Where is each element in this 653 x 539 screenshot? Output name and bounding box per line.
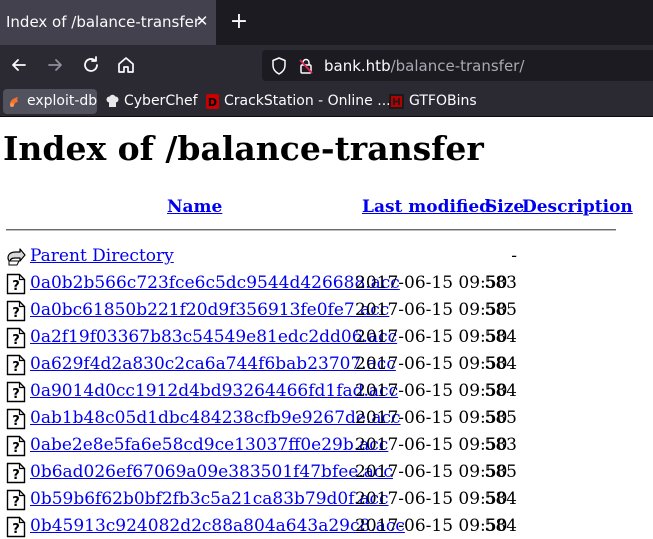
unknown-file-icon: ? [6,273,26,295]
file-link[interactable]: 0b59b6f62b0bf2fb3c5a21ca83b79d0f.acc [30,489,389,509]
file-row: ? 0a0bc61850b221f20d9f356913fe0fe7.acc 201… [0,297,653,324]
tab-active[interactable]: Index of /balance-transfer ✕ [0,0,216,45]
svg-text:?: ? [12,387,20,402]
shield-icon[interactable] [269,56,289,76]
file-link[interactable]: 0a0b2b566c723fce6c5dc9544d426688.acc [30,273,400,293]
parent-directory-row: Parent Directory - [0,243,653,270]
svg-text:?: ? [12,333,20,348]
svg-text:?: ? [12,306,20,321]
back-folder-icon [7,248,26,266]
unknown-file-icon: ? [6,300,26,322]
header-divider [6,229,616,231]
column-header-name[interactable]: Name [167,197,222,217]
exploit-db-icon [10,97,18,107]
file-link[interactable]: 0ab1b48c05d1dbc484238cfb9e9267de.acc [30,408,401,428]
url-text[interactable]: bank.htb/balance-transfer/ [324,57,524,75]
file-row: ? 0a0b2b566c723fce6c5dc9544d426688.acc 201… [0,270,653,297]
bookmarks-toolbar: exploit-db CyberChef D CrackStation - On… [0,86,653,117]
file-link[interactable]: 0a0bc61850b221f20d9f356913fe0fe7.acc [30,300,389,320]
home-icon[interactable] [113,52,139,78]
file-link[interactable]: 0b6ad026ef67069a09e383501f47bfee.acc [30,462,393,482]
file-row: ? 0a9014d0cc1912d4bd93264466fd1fad.acc 201… [0,378,653,405]
file-row: ? 0b45913c924082d2c88a804a643a29c8.acc 201… [0,513,653,539]
parent-directory-link[interactable]: Parent Directory [30,246,174,266]
new-tab-icon[interactable]: + [228,10,250,34]
file-link[interactable]: 0a629f4d2a830c2ca6a744f6bab23707.acc [30,354,396,374]
address-bar[interactable]: bank.htb/balance-transfer/ [262,50,653,81]
unknown-file-icon: ? [6,327,26,349]
forward-icon[interactable] [42,52,68,78]
row-size: 584 [484,381,517,401]
unknown-file-icon: ? [6,516,26,538]
file-link[interactable]: 0b45913c924082d2c88a804a643a29c8.acc [30,516,405,536]
svg-text:?: ? [12,279,20,294]
bookmark-label: CrackStation - Online ... [224,93,391,109]
bookmark-crackstation[interactable]: D CrackStation - Online ... [201,89,391,114]
url-path: /balance-transfer/ [390,57,525,75]
row-size: 584 [484,489,517,509]
unknown-file-icon: ? [6,462,26,484]
close-tab-icon[interactable]: ✕ [193,10,211,32]
row-size: 584 [484,354,517,374]
column-header-size[interactable]: Size [485,197,524,217]
gtfobins-icon [389,94,404,109]
page-content: Index of /balance-transfer Name Last mod… [0,117,653,539]
row-size: 584 [484,327,517,347]
bookmark-cyberchef[interactable]: CyberChef [101,89,198,114]
back-icon[interactable] [6,52,32,78]
file-row: ? 0b6ad026ef67069a09e383501f47bfee.acc 201… [0,459,653,486]
file-row: ? 0ab1b48c05d1dbc484238cfb9e9267de.acc 201… [0,405,653,432]
unknown-file-icon: ? [6,435,26,457]
crackstation-icon: D [206,94,219,109]
file-link[interactable]: 0abe2e8e5fa6e58cd9ce13037ff0e29b.acc [30,435,388,455]
bookmark-exploit-db[interactable]: exploit-db [3,89,97,114]
tab-title: Index of /balance-transfer [6,13,201,31]
bookmark-gtfobins[interactable]: GTFOBins [385,89,480,114]
insecure-lock-icon[interactable] [296,56,316,76]
file-row: ? 0abe2e8e5fa6e58cd9ce13037ff0e29b.acc 201… [0,432,653,459]
svg-text:?: ? [12,468,20,483]
file-row: ? 0a629f4d2a830c2ca6a744f6bab23707.acc 201… [0,351,653,378]
page-title: Index of /balance-transfer [3,129,484,168]
column-header-last-modified[interactable]: Last modified [362,197,491,217]
svg-text:?: ? [12,495,20,510]
row-size: - [511,246,517,266]
column-header-description[interactable]: Description [522,197,633,217]
tab-strip: Index of /balance-transfer ✕ + [0,0,653,45]
svg-text:?: ? [12,522,20,537]
row-size: 585 [484,300,517,320]
bookmark-label: CyberChef [124,93,198,109]
url-host: bank.htb [324,57,391,75]
unknown-file-icon: ? [6,381,26,403]
file-link[interactable]: 0a9014d0cc1912d4bd93264466fd1fad.acc [30,381,398,401]
row-size: 583 [484,273,517,293]
file-link[interactable]: 0a2f19f03367b83c54549e81edc2dd06.acc [30,327,397,347]
row-size: 585 [484,462,517,482]
bookmark-label: exploit-db [27,93,98,109]
svg-text:?: ? [12,414,20,429]
navigation-toolbar: bank.htb/balance-transfer/ [0,45,653,86]
row-size: 585 [484,408,517,428]
svg-text:?: ? [12,441,20,456]
reload-icon[interactable] [78,52,104,78]
row-size: 584 [484,516,517,536]
svg-text:?: ? [12,360,20,375]
unknown-file-icon: ? [6,408,26,430]
row-size: 583 [484,435,517,455]
unknown-file-icon: ? [6,354,26,376]
file-row: ? 0a2f19f03367b83c54549e81edc2dd06.acc 201… [0,324,653,351]
file-row: ? 0b59b6f62b0bf2fb3c5a21ca83b79d0f.acc 201… [0,486,653,513]
svg-text:D: D [208,96,217,109]
unknown-file-icon: ? [6,489,26,511]
bookmark-label: GTFOBins [409,93,477,109]
chef-hat-icon [106,94,119,107]
